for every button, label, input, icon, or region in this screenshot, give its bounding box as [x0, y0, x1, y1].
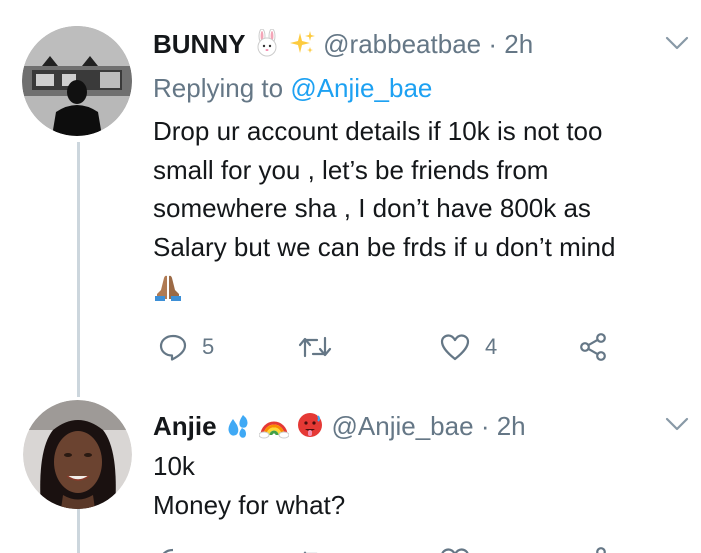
avatar[interactable]	[22, 26, 132, 136]
rabbit-face-emoji	[253, 28, 281, 64]
tweet-header: BUNNY @rabbeatbae · 2h	[153, 28, 533, 64]
retweet-button[interactable]	[298, 327, 346, 367]
tweet-text: 10k Money for what?	[153, 447, 653, 524]
display-name[interactable]: BUNNY	[153, 29, 245, 59]
sweat-droplets-emoji	[224, 411, 252, 446]
avatar[interactable]	[23, 400, 132, 509]
tweet-bunny[interactable]: BUNNY @rabbeatbae · 2h Replying to @Anji…	[0, 0, 701, 395]
tweet-text-line: Salary but we can be frds if u don’t min…	[153, 231, 616, 262]
share-icon	[580, 333, 606, 361]
tweet-text-line: Money for what?	[153, 489, 346, 520]
folded-hands-emoji	[153, 266, 693, 305]
tweet-text-line: 10k	[153, 451, 195, 481]
reply-count: 5	[202, 334, 215, 359]
share-button[interactable]	[579, 327, 609, 367]
reply-button[interactable]: 5	[158, 327, 214, 367]
tweet-actions	[153, 540, 673, 553]
user-handle[interactable]: @rabbeatbae	[323, 29, 481, 59]
like-count: 4	[485, 334, 498, 359]
tweet-text-line: small for you , let’s be friends from	[153, 154, 549, 185]
share-icon[interactable]	[579, 546, 609, 553]
display-name[interactable]: Anjie	[153, 411, 217, 441]
reply-icon[interactable]	[158, 546, 188, 553]
tweet-text-line: somewhere sha , I don’t have 800k as	[153, 193, 591, 223]
sparkles-emoji	[288, 29, 316, 64]
replying-handle-link[interactable]: @Anjie_bae	[290, 73, 432, 103]
rainbow-emoji	[258, 411, 290, 446]
tweet-header: Anjie @Anjie_bae · 2h	[153, 410, 526, 446]
replying-to: Replying to @Anjie_bae	[153, 71, 432, 105]
tweet-text: Drop ur account details if 10k is not to…	[153, 112, 693, 305]
heart-icon	[440, 334, 470, 361]
chevron-down-icon[interactable]	[664, 415, 690, 433]
timestamp[interactable]: · 2h	[488, 29, 533, 59]
tweet-actions: 5 4	[153, 327, 673, 367]
chevron-down-icon[interactable]	[664, 34, 690, 52]
hot-face-emoji	[296, 411, 324, 446]
user-handle[interactable]: @Anjie_bae	[332, 411, 474, 441]
like-button[interactable]: 4	[439, 327, 497, 367]
reply-icon	[159, 334, 187, 361]
replying-label: Replying to	[153, 73, 284, 103]
retweet-icon[interactable]	[298, 546, 332, 553]
retweet-icon	[298, 336, 332, 358]
heart-icon[interactable]	[439, 546, 471, 553]
timestamp[interactable]: · 2h	[481, 411, 526, 441]
tweet-text-line: Drop ur account details if 10k is not to…	[153, 116, 603, 146]
